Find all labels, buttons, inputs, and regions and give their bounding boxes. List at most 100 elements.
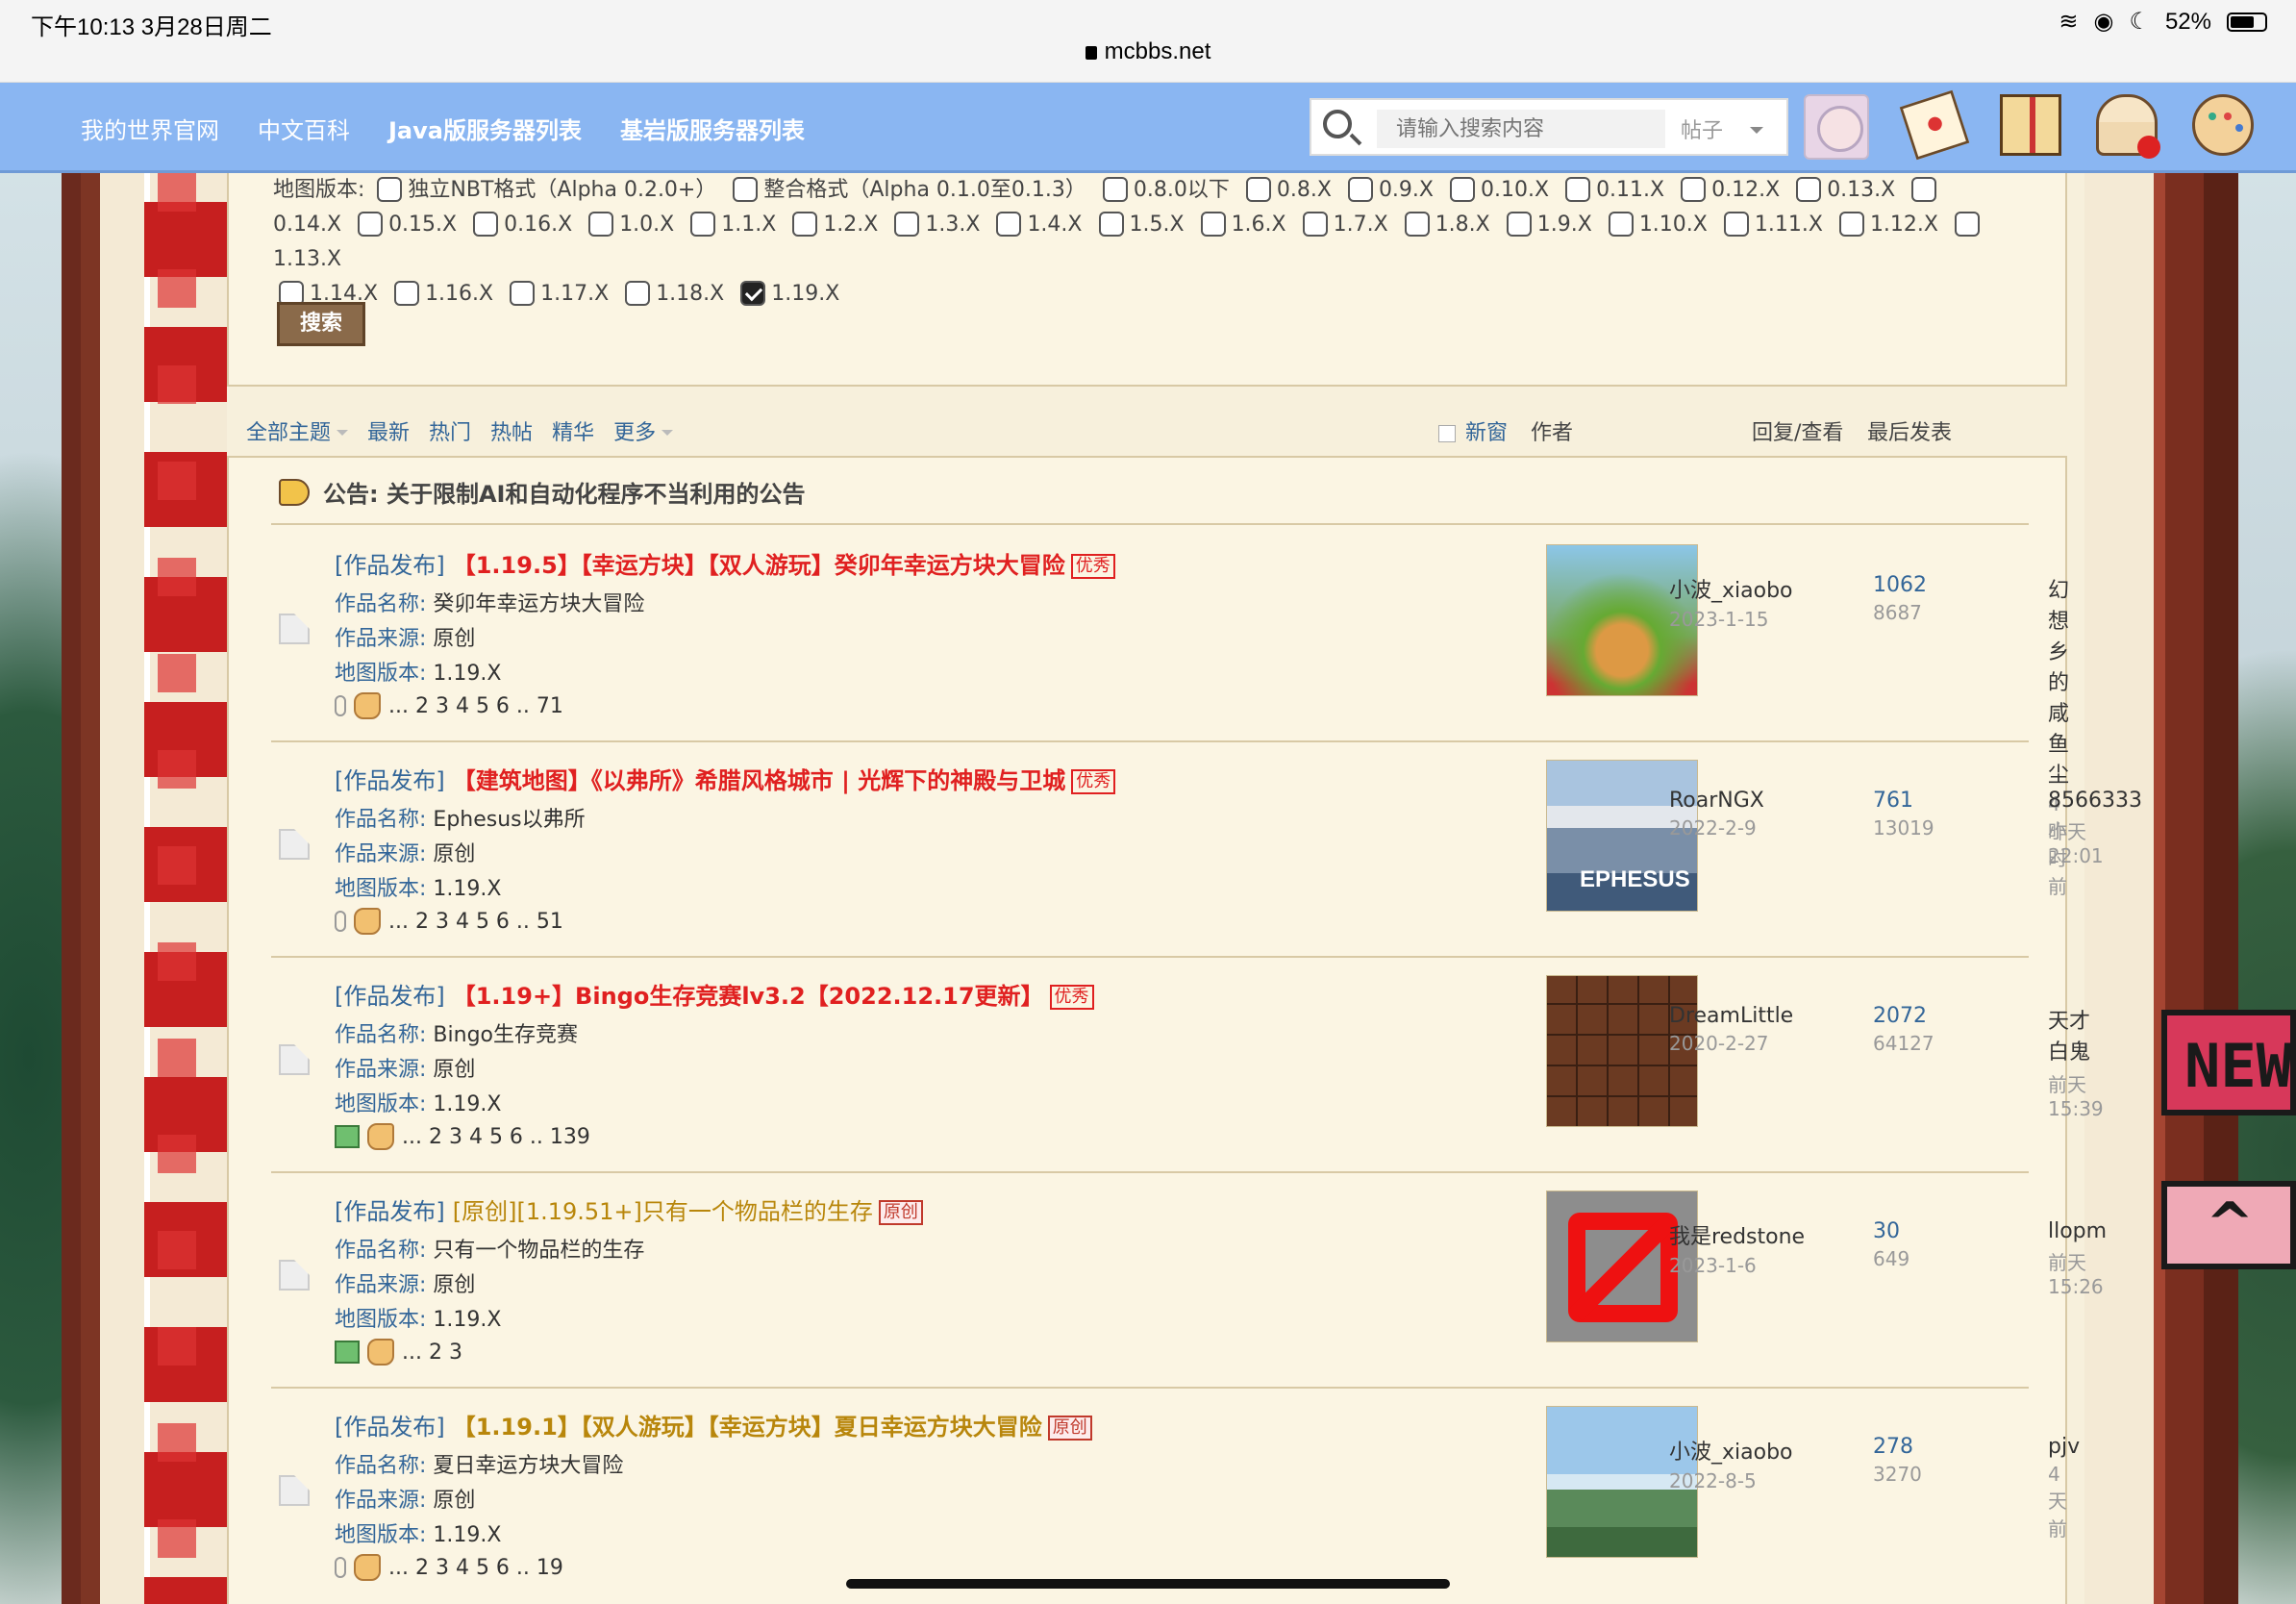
home-indicator[interactable] [846,1579,1450,1589]
version-checkbox[interactable] [1102,177,1128,202]
tab-digest[interactable]: 精华 [552,415,594,446]
reply-count[interactable]: 30 [1873,1219,1909,1243]
new-window-toggle[interactable]: 新窗 [1438,415,1508,446]
author-name[interactable]: 小波_xiaobo [1669,1435,1793,1466]
version-checkbox[interactable] [1506,212,1532,237]
version-checkbox[interactable] [394,281,420,306]
version-checkbox[interactable] [792,212,818,237]
author-name[interactable]: DreamLittle [1669,1004,1793,1028]
last-poster[interactable]: llopm [2048,1219,2107,1243]
version-checkbox[interactable] [1681,177,1707,202]
version-checkbox[interactable] [473,212,499,237]
tab-hotpost[interactable]: 热帖 [490,415,533,446]
last-post-time[interactable]: 4 天前 [2048,1463,2080,1541]
thread-category[interactable]: [作品发布] [335,767,445,794]
last-post-time[interactable]: 前天 15:26 [2048,1247,2107,1298]
search-type-select[interactable]: 帖子 [1681,113,1764,144]
thread-category[interactable]: [作品发布] [335,552,445,579]
page-links[interactable]: ... 2 3 4 5 6 .. 19 [388,1556,563,1580]
thread-title-text[interactable]: 【1.19.1】【双人游玩】【幸运方块】夏日幸运方块大冒险 [453,1414,1042,1441]
thread-meta-version: 地图版本: 1.19.X [335,656,501,687]
version-checkbox[interactable] [996,212,1022,237]
thread-title[interactable]: [作品发布] 【建筑地图】《以弗所》希腊风格城市 | 光辉下的神殿与卫城 优秀 [335,762,1116,795]
last-poster[interactable]: 幻想乡的咸鱼尘 [2048,573,2069,789]
nav-link-bedrock-servers[interactable]: 基岩版服务器列表 [620,112,805,145]
palette-icon[interactable] [2192,94,2254,156]
announcement[interactable]: 公告: 关于限制AI和自动化程序不当利用的公告 [279,475,805,509]
version-checkbox[interactable] [1955,212,1980,237]
last-post-time[interactable]: 前天 15:39 [2048,1069,2104,1120]
version-checkbox[interactable] [1723,212,1749,237]
author-name[interactable]: 小波_xiaobo [1669,573,1793,604]
reply-count[interactable]: 278 [1873,1435,1922,1459]
author-name[interactable]: RoarNGX [1669,789,1764,813]
version-checkbox[interactable] [1347,177,1373,202]
version-checkbox[interactable] [1838,212,1864,237]
gift-box-icon[interactable] [2000,94,2061,156]
thread-author: RoarNGX 2022-2-9 [1669,789,1764,840]
thread-title[interactable]: [作品发布] 【1.19.1】【双人游玩】【幸运方块】夏日幸运方块大冒险 原创 [335,1408,1092,1441]
thread-category[interactable]: [作品发布] [335,983,445,1010]
reply-count[interactable]: 1062 [1873,573,1927,597]
version-checkbox[interactable] [1565,177,1591,202]
mail-icon[interactable] [1899,89,1970,161]
tab-latest[interactable]: 最新 [367,415,410,446]
version-checkbox[interactable] [1098,212,1124,237]
author-name[interactable]: 我是redstone [1669,1219,1805,1250]
version-checkbox[interactable] [1245,177,1271,202]
nav-link-official[interactable]: 我的世界官网 [81,112,219,145]
last-poster[interactable]: pjv [2048,1435,2080,1459]
thread-category[interactable]: [作品发布] [335,1198,445,1225]
version-checkbox[interactable] [1200,212,1226,237]
thread-title-text[interactable]: [原创][1.19.51+]只有一个物品栏的生存 [453,1198,873,1225]
last-poster[interactable]: 8566333 [2048,789,2142,813]
thread-category[interactable]: [作品发布] [335,1414,445,1441]
reply-count[interactable]: 2072 [1873,1004,1934,1028]
profile-icon[interactable] [2096,94,2160,159]
version-checkbox[interactable] [690,212,716,237]
version-checkbox-checked[interactable] [740,281,766,306]
tab-more[interactable]: 更多 [613,415,673,446]
nav-link-java-servers[interactable]: Java版服务器列表 [388,112,582,145]
page-links[interactable]: ... 2 3 4 5 6 .. 51 [388,910,563,934]
back-to-top-sign[interactable]: ^ [2161,1181,2296,1269]
version-checkbox[interactable] [894,212,920,237]
tab-all-threads[interactable]: 全部主题 [246,415,348,446]
version-checkbox[interactable] [1404,212,1430,237]
thread-title-text[interactable]: 【1.19+】Bingo生存竞赛lv3.2【2022.12.17更新】 [453,983,1044,1010]
version-checkbox[interactable] [1796,177,1822,202]
thread-title[interactable]: [作品发布] 【1.19.5】【幸运方块】【双人游玩】癸卯年幸运方块大冒险 优秀 [335,546,1115,580]
version-checkbox[interactable] [1608,212,1634,237]
user-avatar[interactable] [1804,94,1869,160]
search-input[interactable] [1377,110,1665,148]
top-navbar: 我的世界官网 中文百科 Java版服务器列表 基岩版服务器列表 帖子 [0,83,2296,173]
page-links[interactable]: ... 2 3 4 5 6 .. 139 [402,1125,590,1149]
thread-row: [作品发布] 【1.19+】Bingo生存竞赛lv3.2【2022.12.17更新… [271,958,2104,1173]
version-checkbox[interactable] [1450,177,1475,202]
version-checkbox[interactable] [358,212,384,237]
search-icon[interactable] [1323,110,1352,138]
thread-icon [279,829,310,860]
tab-hot[interactable]: 热门 [429,415,471,446]
last-post-time[interactable]: 昨天 22:01 [2048,816,2142,867]
version-checkbox[interactable] [733,177,759,202]
version-checkbox[interactable] [510,281,536,306]
version-checkbox[interactable] [588,212,614,237]
version-checkbox[interactable] [625,281,651,306]
thread-title-text[interactable]: 【建筑地图】《以弗所》希腊风格城市 | 光辉下的神殿与卫城 [453,767,1065,794]
nav-link-wiki[interactable]: 中文百科 [258,112,350,145]
filter-search-button[interactable]: 搜索 [277,302,365,346]
page-links[interactable]: ... 2 3 [402,1341,462,1365]
thread-title-text[interactable]: 【1.19.5】【幸运方块】【双人游玩】癸卯年幸运方块大冒险 [453,552,1065,579]
thread-title[interactable]: [作品发布] [原创][1.19.51+]只有一个物品栏的生存 原创 [335,1192,923,1226]
page-links[interactable]: ... 2 3 4 5 6 .. 71 [388,694,563,718]
version-checkbox[interactable] [1911,177,1937,202]
version-checkbox[interactable] [377,177,403,202]
new-window-checkbox[interactable] [1438,425,1456,442]
thread-title[interactable]: [作品发布] 【1.19+】Bingo生存竞赛lv3.2【2022.12.17更新… [335,977,1094,1011]
reply-count[interactable]: 761 [1873,789,1934,813]
new-sign[interactable]: NEW [2161,1010,2296,1115]
last-poster[interactable]: 天才白鬼 [2048,1004,2104,1065]
address-bar[interactable]: mcbbs.net [0,38,2296,65]
version-checkbox[interactable] [1302,212,1328,237]
